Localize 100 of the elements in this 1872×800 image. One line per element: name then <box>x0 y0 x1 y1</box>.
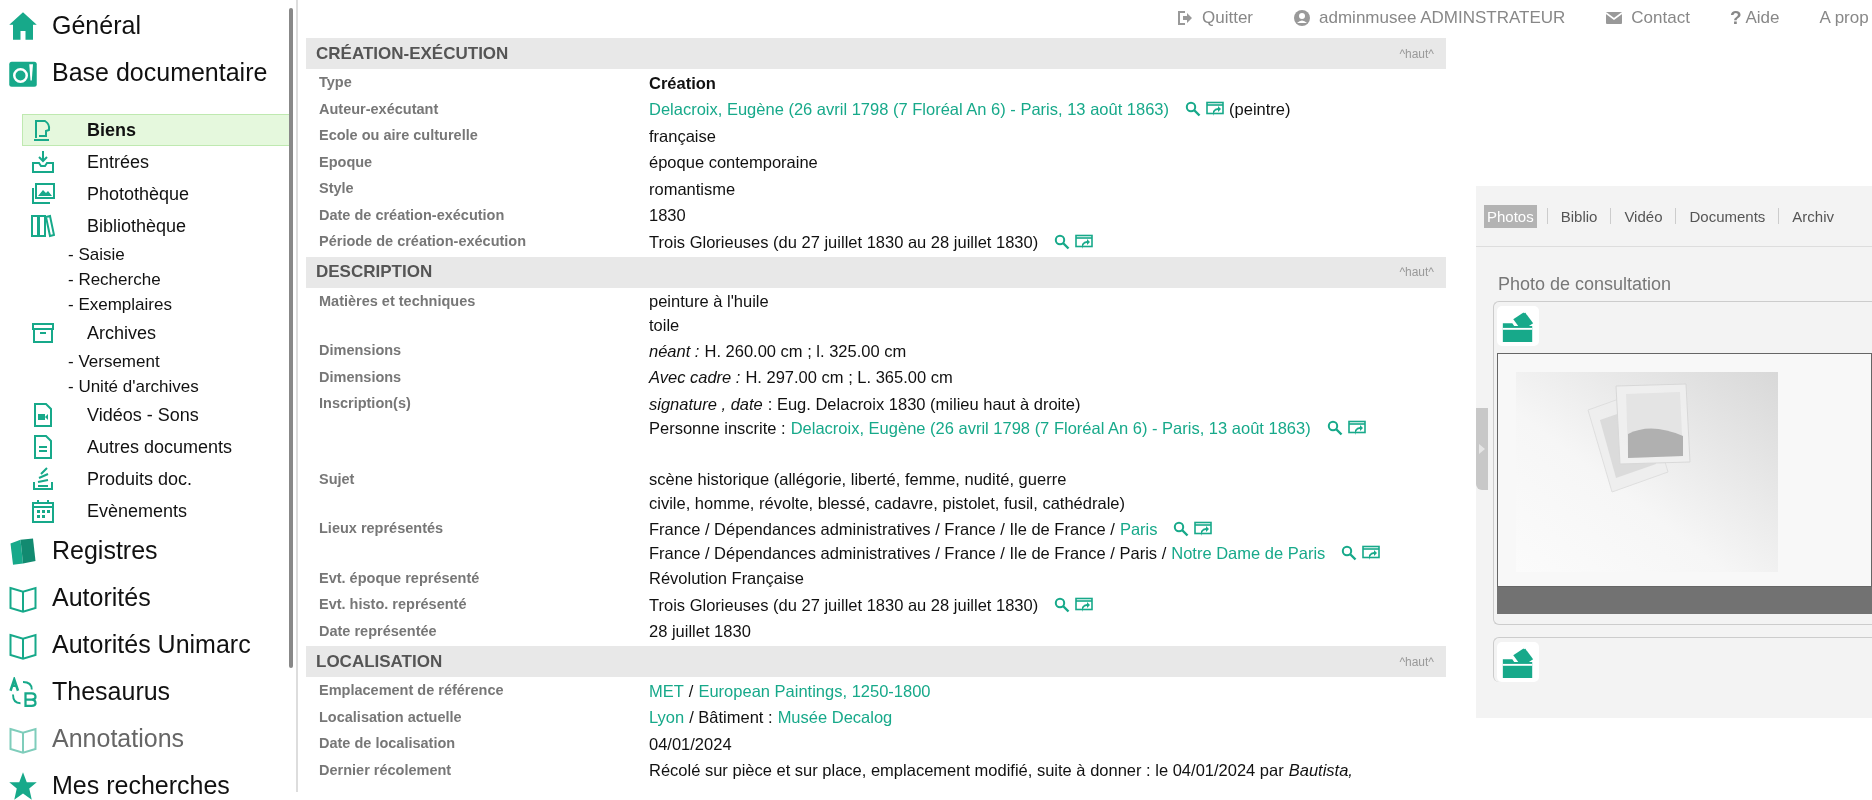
field-label: Evt. histo. représenté <box>319 595 468 614</box>
sidebar-item[interactable]: - Versement <box>68 349 296 374</box>
field-value: scène historique (allégorie, liberté, femme, nudité, guerre <box>649 469 1067 490</box>
archive-box-icon <box>31 321 55 345</box>
inbox-icon <box>31 150 55 174</box>
field-value: Création <box>649 72 716 94</box>
field-value: France / Dépendances administratives / France / Ile de France / <box>649 518 1115 540</box>
search-icon[interactable] <box>1341 544 1358 561</box>
search-icon[interactable] <box>1054 596 1071 613</box>
document-icon <box>31 435 55 459</box>
scrollbar-thumb[interactable] <box>289 8 293 668</box>
field-label: Date de localisation <box>319 734 457 753</box>
top-link[interactable]: Quitter <box>1176 8 1254 28</box>
search-icon[interactable] <box>1054 233 1071 250</box>
field-value: Avec cadre : <box>649 367 741 388</box>
tab[interactable]: Archiv <box>1789 204 1838 228</box>
field-label: Dernier récolement <box>319 760 453 780</box>
field-label: Ecole ou aire culturelle <box>319 126 479 145</box>
pictures-icon <box>31 182 55 206</box>
sidebar-item[interactable]: - Recherche <box>68 267 296 292</box>
search-icon[interactable] <box>1326 419 1343 436</box>
section-title: CRÉATION-EXÉCUTION <box>316 43 509 64</box>
field-label: Emplacement de référence <box>319 681 505 700</box>
field-value: (peintre) <box>1229 99 1291 120</box>
field-value: civile, homme, révolte, blessé, cadavre, pistolet, fusil, cathédrale) <box>649 493 1125 514</box>
sidebar-item[interactable]: Autorités Unimarc <box>0 621 296 668</box>
field-value: 1830 <box>649 205 686 226</box>
sidebar-item[interactable]: - Unité d'archives <box>68 374 296 399</box>
folder-icon <box>1500 308 1536 344</box>
top-link[interactable]: adminmusee ADMINSTRATEUR <box>1293 8 1566 28</box>
field-label: Lieux représentés <box>319 519 445 538</box>
field-value: 04/01/2024 <box>649 733 732 755</box>
video-file-icon <box>31 403 55 427</box>
search-icon[interactable] <box>1185 101 1202 117</box>
field-label: Date représentée <box>319 621 438 641</box>
field-label: Evt. époque représenté <box>319 568 481 588</box>
field-value: signature , date <box>649 393 763 415</box>
calendar-icon <box>31 499 55 523</box>
folder-button[interactable] <box>1497 642 1539 682</box>
sidebar-item[interactable]: Thesaurus <box>0 668 296 715</box>
collapse-handle[interactable] <box>1476 408 1488 490</box>
tab[interactable]: Documents <box>1686 204 1769 228</box>
house-icon <box>8 10 38 41</box>
field-label: Style <box>319 179 355 198</box>
field-value: : Eug. Delacroix 1830 (milieu haut à droite) <box>767 393 1081 415</box>
search-icon[interactable] <box>1173 520 1190 537</box>
sidebar-item[interactable]: Photothèque <box>22 178 290 210</box>
sidebar-item[interactable]: Autorités <box>0 574 296 621</box>
field-value: Trois Glorieuses (du 27 juillet 1830 au 28 juillet 1830) <box>649 231 1039 253</box>
sidebar-item[interactable]: Produits doc. <box>22 463 290 495</box>
field-value: / <box>688 680 694 702</box>
tab[interactable]: Vidéo <box>1621 204 1666 228</box>
user-icon <box>1293 9 1312 27</box>
sidebar-item[interactable]: Base documentaire <box>0 49 296 96</box>
field-value: française <box>649 125 716 147</box>
field-label: Localisation actuelle <box>319 707 463 727</box>
section-title: DESCRIPTION <box>316 262 433 282</box>
bookshelf-icon <box>31 214 55 238</box>
sidebar-item[interactable]: Entrées <box>22 146 290 178</box>
top-link[interactable]: Contact <box>1605 8 1690 28</box>
field-value: France / Dépendances administratives / France / Ile de France / Paris / <box>649 542 1167 564</box>
folder-icon <box>1500 644 1536 680</box>
sidebar-item[interactable]: - Saisie <box>68 242 296 267</box>
sidebar-item[interactable]: Biens <box>22 114 290 146</box>
field-value: Révolution Française <box>649 568 804 589</box>
sidebar-item[interactable]: Bibliothèque <box>22 210 290 242</box>
sidebar-item[interactable]: - Exemplaires <box>68 292 296 317</box>
field-label: Epoque <box>319 152 374 172</box>
field-label: Dimensions <box>319 367 403 387</box>
field-label: Date de création-exécution <box>319 205 506 225</box>
stacked-papers-icon <box>31 467 55 491</box>
field-value: Bautista, <box>1288 760 1353 781</box>
panel-heading: Photo de consultation <box>1498 274 1673 295</box>
field-label: Dimensions <box>319 341 403 360</box>
sidebar-item[interactable]: Autres documents <box>22 431 290 463</box>
field-value: H. 297.00 cm ; L. 365.00 cm <box>745 367 953 388</box>
sidebar-item[interactable]: Archives <box>22 317 290 349</box>
exit-icon <box>1176 9 1194 27</box>
field-value: toile <box>649 315 680 336</box>
field-value: néant : <box>649 340 700 362</box>
field-value: Trois Glorieuses (du 27 juillet 1830 au 28 juillet 1830) <box>649 594 1039 616</box>
tab[interactable]: Biblio <box>1557 204 1601 228</box>
field-label: Matières et techniques <box>319 291 477 311</box>
field-value: romantisme <box>649 178 736 200</box>
field-value: Personne inscrite : <box>649 417 786 439</box>
top-link[interactable]: A prop <box>1819 8 1869 28</box>
field-label: Sujet <box>319 469 356 489</box>
sidebar-item[interactable]: Général <box>0 2 296 49</box>
sidebar-item[interactable]: Vidéos - Sons <box>22 399 290 431</box>
folder-button[interactable] <box>1497 306 1539 346</box>
field-value: Récolé sur pièce et sur place, emplacement modifié, suite à donner : le 04/01/2024 par <box>649 760 1284 781</box>
top-link[interactable]: ? Aide <box>1729 7 1780 29</box>
sidebar-item[interactable]: Evènements <box>22 495 290 527</box>
envelope-icon <box>1605 9 1624 27</box>
sidebar-item[interactable]: Mes recherches <box>0 762 296 800</box>
field-value: 28 juillet 1830 <box>649 621 751 642</box>
field-value: peinture à l'huile <box>649 291 769 312</box>
sidebar-item[interactable]: Registres <box>0 527 296 574</box>
field-value: époque contemporaine <box>649 152 818 173</box>
field-label: Inscription(s) <box>319 394 412 413</box>
